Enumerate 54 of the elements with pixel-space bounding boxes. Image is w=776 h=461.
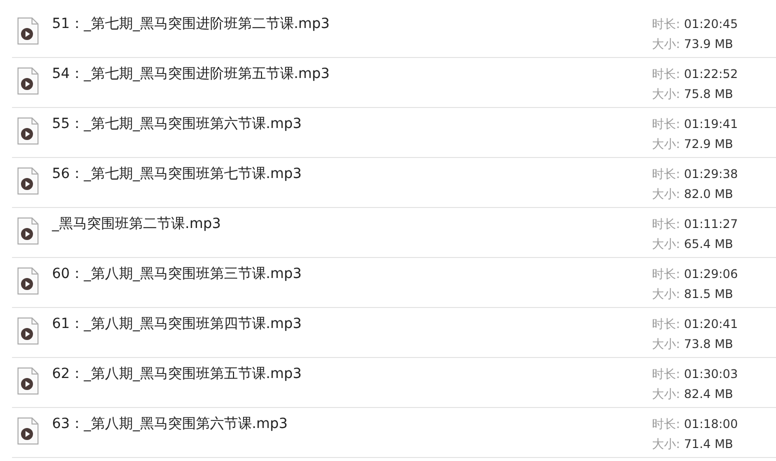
size-label: 大小:	[652, 386, 680, 403]
duration-label: 时长:	[652, 16, 680, 33]
duration-label: 时长:	[652, 116, 680, 133]
file-name[interactable]: 55：_第七期_黑马突围班第六节课.mp3	[52, 115, 652, 133]
size-value: 71.4 MB	[684, 436, 734, 453]
size-label: 大小:	[652, 36, 680, 53]
file-name[interactable]: 61：_第八期_黑马突围班第四节课.mp3	[52, 315, 652, 333]
size-value: 65.4 MB	[684, 236, 734, 253]
duration-value: 01:19:41	[684, 116, 738, 133]
duration-label: 时长:	[652, 366, 680, 383]
size-label: 大小:	[652, 86, 680, 103]
duration-label: 时长:	[652, 316, 680, 333]
audio-file-icon	[17, 167, 39, 195]
size-value: 75.8 MB	[684, 86, 734, 103]
audio-file-icon	[17, 417, 39, 445]
audio-file-icon	[17, 217, 39, 245]
size-label: 大小:	[652, 336, 680, 353]
duration-value: 01:30:03	[684, 366, 738, 383]
duration-value: 01:29:38	[684, 166, 738, 183]
size-label: 大小:	[652, 186, 680, 203]
duration-value: 01:22:52	[684, 66, 738, 83]
file-name[interactable]: 63：_第八期_黑马突围第六节课.mp3	[52, 415, 652, 433]
file-name[interactable]: 56：_第七期_黑马突围班第七节课.mp3	[52, 165, 652, 183]
audio-file-icon	[17, 267, 39, 295]
duration-label: 时长:	[652, 166, 680, 183]
size-value: 82.4 MB	[684, 386, 734, 403]
file-name[interactable]: 54：_第七期_黑马突围进阶班第五节课.mp3	[52, 65, 652, 83]
audio-file-icon	[17, 317, 39, 345]
size-label: 大小:	[652, 236, 680, 253]
duration-value: 01:11:27	[684, 216, 738, 233]
duration-value: 01:20:45	[684, 16, 738, 33]
duration-label: 时长:	[652, 416, 680, 433]
duration-label: 时长:	[652, 216, 680, 233]
duration-label: 时长:	[652, 266, 680, 283]
size-value: 72.9 MB	[684, 136, 734, 153]
file-name[interactable]: 62：_第八期_黑马突围班第五节课.mp3	[52, 365, 652, 383]
size-value: 82.0 MB	[684, 186, 734, 203]
size-label: 大小:	[652, 436, 680, 453]
size-label: 大小:	[652, 286, 680, 303]
duration-value: 01:29:06	[684, 266, 738, 283]
audio-file-icon	[17, 117, 39, 145]
file-name[interactable]: _黑马突围班第二节课.mp3	[52, 215, 652, 233]
size-value: 73.9 MB	[684, 36, 734, 53]
file-name[interactable]: 51：_第七期_黑马突围进阶班第二节课.mp3	[52, 15, 652, 33]
audio-file-icon	[17, 367, 39, 395]
audio-file-icon	[17, 67, 39, 95]
duration-value: 01:18:00	[684, 416, 738, 433]
size-label: 大小:	[652, 136, 680, 153]
audio-file-icon	[17, 17, 39, 45]
size-value: 81.5 MB	[684, 286, 734, 303]
duration-value: 01:20:41	[684, 316, 738, 333]
file-name[interactable]: 60：_第八期_黑马突围班第三节课.mp3	[52, 265, 652, 283]
duration-label: 时长:	[652, 66, 680, 83]
size-value: 73.8 MB	[684, 336, 734, 353]
